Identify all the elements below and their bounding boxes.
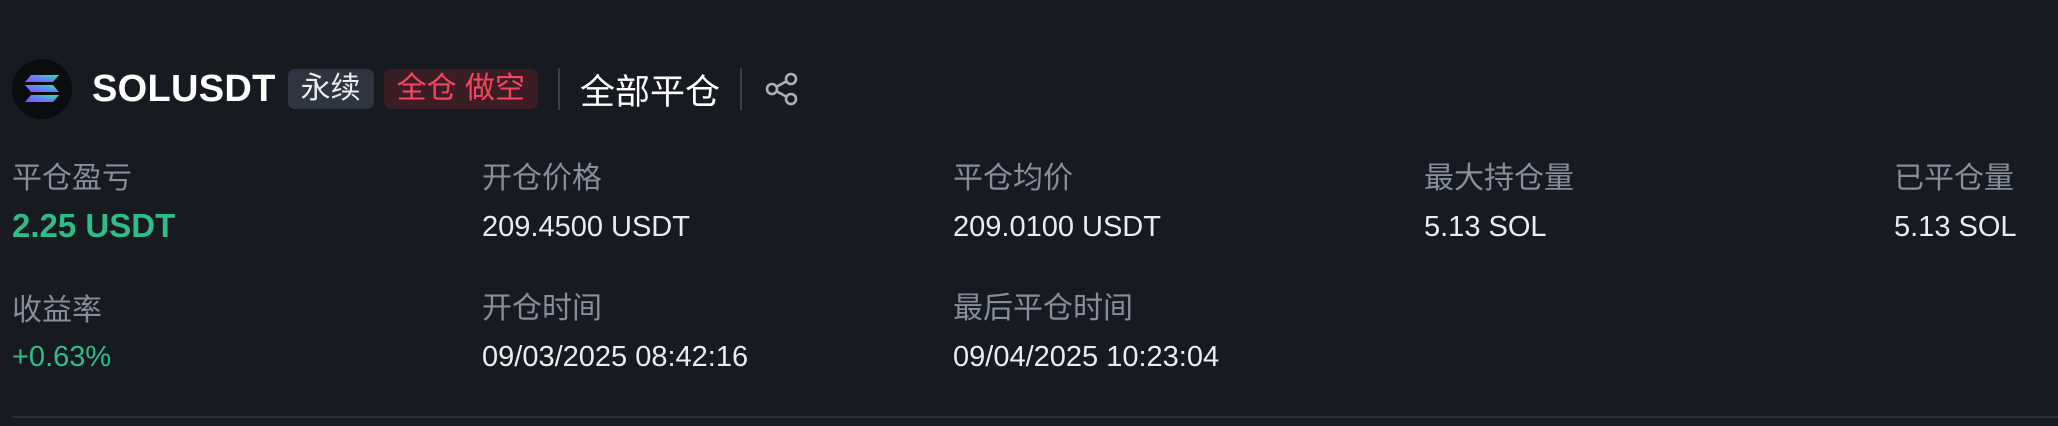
header-divider bbox=[558, 68, 561, 110]
last-close-time-value: 09/04/2025 10:23:04 bbox=[953, 341, 1220, 373]
pnl-value: 2.25 USDT bbox=[12, 207, 176, 244]
last-close-time-field: 最后平仓时间 09/04/2025 10:23:04 bbox=[953, 283, 1219, 374]
bottom-divider bbox=[12, 416, 2058, 418]
last-close-time-label: 最后平仓时间 bbox=[953, 292, 1133, 325]
avg-close-price-value: 209.0100 USDT bbox=[953, 211, 1161, 243]
avg-close-price-field: 平仓均价 209.0100 USDT bbox=[953, 153, 1161, 244]
close-all-button[interactable]: 全部平仓 bbox=[580, 64, 720, 115]
roi-label: 收益率 bbox=[12, 294, 102, 327]
entry-price-label: 开仓价格 bbox=[482, 162, 602, 195]
position-header: SOLUSDT 永续 全仓 做空 全部平仓 bbox=[12, 59, 800, 119]
open-time-field: 开仓时间 09/03/2025 08:42:16 bbox=[482, 283, 748, 374]
roi-value: +0.63% bbox=[12, 341, 112, 373]
contract-type-badge: 永续 bbox=[287, 69, 374, 109]
avg-close-price-label: 平仓均价 bbox=[953, 162, 1073, 195]
entry-price-value: 209.4500 USDT bbox=[482, 211, 690, 243]
roi-field: 收益率 +0.63% bbox=[12, 285, 111, 374]
header-divider bbox=[740, 68, 743, 110]
pnl-label: 平仓盈亏 bbox=[12, 162, 132, 195]
max-position-value: 5.13 SOL bbox=[1424, 211, 1547, 243]
closed-volume-field: 已平仓量 5.13 SOL bbox=[1894, 153, 2017, 244]
open-time-label: 开仓时间 bbox=[482, 292, 602, 325]
symbol-title: SOLUSDT bbox=[92, 67, 276, 110]
pnl-field: 平仓盈亏 2.25 USDT bbox=[12, 153, 175, 245]
max-position-field: 最大持仓量 5.13 SOL bbox=[1424, 153, 1574, 244]
margin-side-badge: 全仓 做空 bbox=[383, 69, 539, 109]
closed-volume-value: 5.13 SOL bbox=[1894, 211, 2017, 243]
solana-logo-icon bbox=[12, 59, 72, 119]
entry-price-field: 开仓价格 209.4500 USDT bbox=[482, 153, 690, 244]
max-position-label: 最大持仓量 bbox=[1424, 162, 1574, 195]
closed-volume-label: 已平仓量 bbox=[1894, 162, 2014, 195]
open-time-value: 09/03/2025 08:42:16 bbox=[482, 341, 749, 373]
share-icon[interactable] bbox=[764, 71, 800, 107]
